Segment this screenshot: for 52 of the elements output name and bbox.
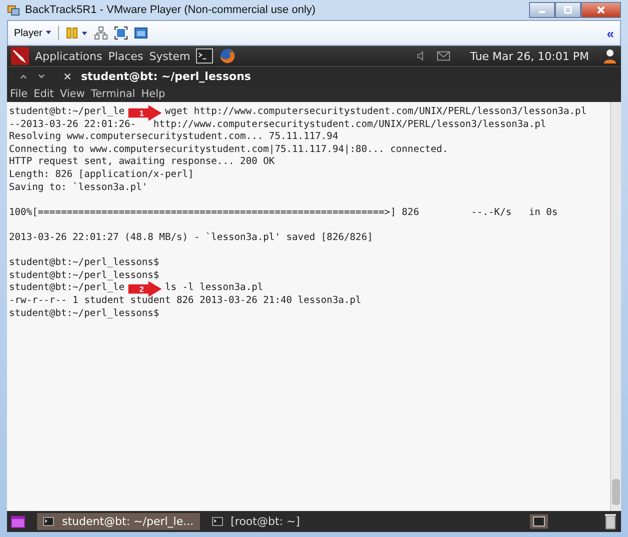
- panel-menu[interactable]: System: [149, 50, 190, 62]
- maximize-icon: [563, 5, 573, 15]
- speaker-icon[interactable]: [417, 51, 426, 61]
- terminal-line: student@bt:~/perl_le: [9, 106, 125, 117]
- panel-menu[interactable]: Applications: [35, 50, 102, 62]
- maximize-button[interactable]: [555, 2, 581, 18]
- caret-icon: [45, 29, 52, 36]
- terminal-line: Resolving www.computersecuritystudent.com... 75.11.117.94: [9, 131, 340, 144]
- terminal-line: http://www.computersecuritystudent.com/UNIX/PERL/lesson3/lesson3a.pl: [153, 118, 546, 130]
- terminal-line: student@bt:~/perl_lessons$: [9, 270, 160, 282]
- trash-icon[interactable]: [604, 513, 617, 530]
- menu-item[interactable]: Edit: [34, 88, 54, 100]
- menu-item[interactable]: Help: [141, 88, 166, 100]
- menu-item[interactable]: View: [60, 88, 85, 100]
- close-icon[interactable]: [63, 72, 72, 81]
- terminal-line: --2013-03-26 22:01:26-: [9, 118, 136, 130]
- close-button[interactable]: [581, 2, 621, 18]
- scroll-thumb[interactable]: [612, 479, 620, 505]
- clock[interactable]: Tue Mar 26, 10:01 PM: [470, 50, 589, 62]
- fullscreen-icon[interactable]: [114, 26, 128, 40]
- terminal-line: wget http://www.computersecuritystudent.com/UNIX/PERL/lesson3/lesson3a.pl: [164, 106, 587, 117]
- mail-icon[interactable]: [437, 51, 450, 61]
- panel-menu[interactable]: Places: [108, 50, 144, 62]
- terminal-title: student@bt: ~/perl_lessons: [81, 70, 251, 83]
- minimize-button[interactable]: [529, 2, 555, 18]
- terminal-line: -rw-r--r-- 1 student student 826 2013-03-26 21:40 lesson3a.pl: [9, 294, 362, 308]
- firefox-icon[interactable]: [219, 48, 236, 64]
- menu-item[interactable]: File: [10, 88, 28, 100]
- caret-icon[interactable]: [81, 30, 88, 36]
- player-menu[interactable]: Player: [14, 28, 52, 38]
- taskbar-item[interactable]: [root@bt: ~]: [206, 513, 306, 530]
- terminal-line: Connecting to www.computersecuritystudent.com|75.11.117.94|:80... connected.: [9, 144, 449, 156]
- taskbar-item[interactable]: student@bt: ~/perl_le...: [37, 513, 200, 530]
- user-icon[interactable]: [603, 48, 617, 64]
- menu-item[interactable]: Terminal: [90, 88, 136, 100]
- terminal-line: student@bt:~/perl_lessons$: [9, 308, 160, 320]
- terminal-line: Saving to: `lesson3a.pl': [9, 182, 149, 194]
- terminal-line: ls -l lesson3a.pl: [164, 282, 264, 294]
- app-icon: [7, 4, 20, 16]
- collapse-button[interactable]: «: [606, 26, 614, 40]
- terminal-line: Length: 826 [application/x-perl]: [9, 168, 195, 182]
- network-icon[interactable]: [94, 26, 108, 40]
- terminal-line: 100%[============================================================>] 826 --.-K/s in 0s: [9, 206, 559, 220]
- window-title: BackTrack5R1 - VMware Player (Non-commercial use only): [25, 4, 316, 16]
- terminal-line: student@bt:~/perl_lessons$: [9, 257, 160, 270]
- terminal-line: HTTP request sent, awaiting response... 200 OK: [9, 156, 276, 169]
- close-icon: [596, 5, 606, 15]
- terminal-line: student@bt:~/perl_le: [9, 282, 125, 294]
- scrollbar[interactable]: [610, 102, 621, 511]
- window-icon[interactable]: [134, 26, 148, 40]
- terminal-line: 2013-03-26 22:01:27 (48.8 MB/s) - `lesson3a.pl' saved [826/826]: [9, 232, 374, 245]
- desktop-icon[interactable]: [11, 516, 25, 528]
